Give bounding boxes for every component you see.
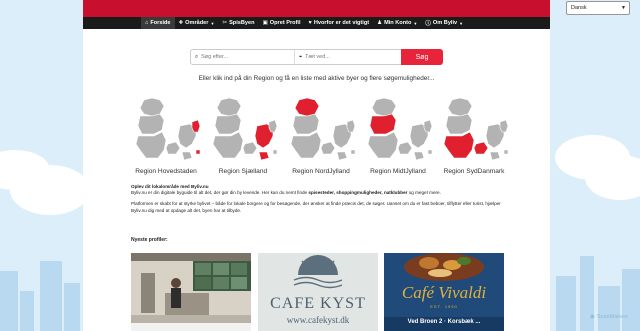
region-lead-text: Eller klik ind på din Region og få en li…	[198, 75, 435, 82]
language-select[interactable]: Dansk ▼	[566, 1, 630, 15]
nav-item-label: Områder	[185, 20, 209, 26]
cloud-decoration	[585, 155, 640, 200]
map-region-midtjylland	[369, 113, 397, 135]
nav-item-label: Hvorfor er det vigtigt	[313, 20, 370, 26]
watermark-text: ScanMakers	[596, 314, 628, 320]
cafe-kyst-title: CAFE KYST	[270, 295, 366, 312]
location-icon: ⌖	[299, 53, 303, 60]
nav-item-2[interactable]: ✂ SpisByen	[218, 17, 258, 29]
nav-item-label: SpisByen	[229, 20, 255, 26]
chevron-down-icon: ▼	[459, 20, 464, 26]
nav-item-0[interactable]: ⌂ Forside	[141, 17, 175, 29]
search-button[interactable]: Søg	[401, 49, 443, 65]
intro-section: Oplev dit lokalområde med Byliv.nu Byliv…	[131, 184, 503, 219]
heart-icon: ♥	[308, 20, 312, 26]
chevron-down-icon: ▼	[413, 20, 418, 26]
profile-card-cafe-vivaldi[interactable]: Café Vivaldi EST. 1990 Ved Broen 2 · Kor…	[384, 253, 504, 331]
nav-item-5[interactable]: ♟ Min Konto ▼	[373, 17, 421, 29]
user-icon: ♟	[377, 20, 383, 26]
map-region-midtjylland	[292, 113, 320, 135]
language-select-value: Dansk	[571, 5, 587, 11]
region-list: Region Hovedstaden Region Sjælland Region …	[130, 96, 510, 182]
region-card-syddanmark[interactable]: Region SydDanmark	[438, 96, 510, 175]
nav-item-3[interactable]: ▣ Opret Profil	[259, 17, 305, 29]
map-region-nordjylland	[139, 97, 165, 117]
nav-item-label: Opret Profil	[269, 20, 301, 26]
map-region-nordjylland	[371, 97, 397, 117]
search-bar: ⌕ Søg efter... ⌖ Tæt ved... Søg	[190, 49, 443, 65]
search-what-input[interactable]: ⌕ Søg efter...	[191, 50, 295, 64]
map-region-syddanmark	[290, 131, 336, 159]
main-content: ⌕ Søg efter... ⌖ Tæt ved... Søg Eller kl…	[83, 29, 550, 331]
map-region-syddanmark	[443, 131, 489, 159]
watermark: ◉ ScanMakers	[590, 314, 628, 320]
chevron-down-icon: ▼	[210, 20, 215, 26]
intro-paragraph-2: Platformen er skabt for at styrke bylive…	[131, 201, 501, 213]
profiles-heading: Nyeste profiler:	[131, 237, 168, 243]
info-icon: ⓘ	[425, 21, 431, 27]
skyline-decoration	[40, 261, 62, 331]
region-label: Region MidtJylland	[370, 168, 426, 175]
intro-paragraph: Byliv.nu er din digitale byguide til alt…	[131, 190, 503, 196]
denmark-map	[212, 97, 278, 161]
denmark-map	[443, 97, 509, 161]
plus-icon: ▣	[262, 20, 268, 26]
search-icon: ⌕	[195, 53, 199, 60]
map-region-nordjylland	[294, 97, 320, 117]
map-region-nordjylland	[216, 97, 242, 117]
nav-item-6[interactable]: ⓘ Om Byliv ▼	[421, 17, 467, 29]
nav-item-label: Om Byliv	[432, 20, 458, 26]
region-card-hovedstaden[interactable]: Region Hovedstaden	[130, 96, 202, 175]
map-region-syddanmark	[367, 131, 413, 159]
map-icon: ✚	[178, 20, 184, 26]
region-card-sjaelland[interactable]: Region Sjælland	[207, 96, 279, 175]
cafe-vivaldi-address: Ved Broen 2 · Korsbæk ...	[407, 319, 481, 325]
region-label: Region SydDanmark	[443, 168, 505, 175]
region-label: Region Hovedstaden	[135, 168, 197, 175]
cloud-decoration	[10, 165, 90, 215]
home-icon: ⌂	[145, 20, 149, 26]
profile-card-showroom[interactable]	[131, 253, 251, 331]
fork-icon: ✂	[222, 20, 228, 26]
map-region-midtjylland	[445, 113, 473, 135]
denmark-map	[290, 97, 356, 161]
intro-bold-text: spisesteder, shoppingmuligheder, natklub…	[308, 190, 408, 196]
denmark-map	[135, 97, 201, 161]
region-label: Region NordJylland	[292, 168, 350, 175]
skyline-decoration	[598, 286, 620, 331]
skyline-decoration	[20, 291, 34, 331]
skyline-decoration	[556, 276, 576, 331]
main-navbar: ⌂ Forside ✚ Områder ▼ ✂ SpisByen ▣ Opret Profil ♥…	[83, 17, 550, 29]
search-what-placeholder: Søg efter...	[201, 54, 228, 60]
map-region-syddanmark	[212, 131, 258, 159]
skyline-decoration	[0, 271, 18, 331]
top-bar: Dansk ▼	[83, 0, 630, 17]
denmark-map	[367, 97, 433, 161]
skyline-decoration	[64, 283, 80, 331]
map-region-nordjylland	[447, 97, 473, 117]
profile-card-cafe-kyst[interactable]: CAFE KYST www.cafekyst.dk	[258, 253, 378, 331]
nav-item-label: Min Konto	[384, 20, 412, 26]
skyline-decoration	[622, 269, 640, 331]
cafe-vivaldi-est: EST. 1990	[430, 304, 458, 309]
search-where-placeholder: Tæt ved...	[305, 54, 330, 60]
nav-item-label: Forside	[150, 20, 171, 26]
cafe-kyst-url: www.cafekyst.dk	[286, 315, 350, 325]
search-where-input[interactable]: ⌖ Tæt ved...	[295, 50, 401, 64]
map-region-midtjylland	[137, 113, 165, 135]
showroom-photo	[131, 253, 251, 331]
region-card-nordjylland[interactable]: Region NordJylland	[285, 96, 357, 175]
nav-item-1[interactable]: ✚ Områder ▼	[175, 17, 219, 29]
region-card-midtjylland[interactable]: Region MidtJylland	[362, 96, 434, 175]
cafe-vivaldi-title: Café Vivaldi	[401, 283, 487, 302]
nav-item-4[interactable]: ♥ Hvorfor er det vigtigt	[305, 17, 374, 29]
map-region-midtjylland	[214, 113, 242, 135]
map-region-syddanmark	[135, 131, 181, 159]
watermark-icon: ◉	[590, 314, 595, 320]
intro-text-end: og meget mere.	[407, 190, 441, 196]
chevron-down-icon: ▼	[621, 5, 626, 11]
region-label: Region Sjælland	[218, 168, 268, 175]
intro-text: Byliv.nu er din digitale byguide til alt…	[131, 190, 309, 196]
